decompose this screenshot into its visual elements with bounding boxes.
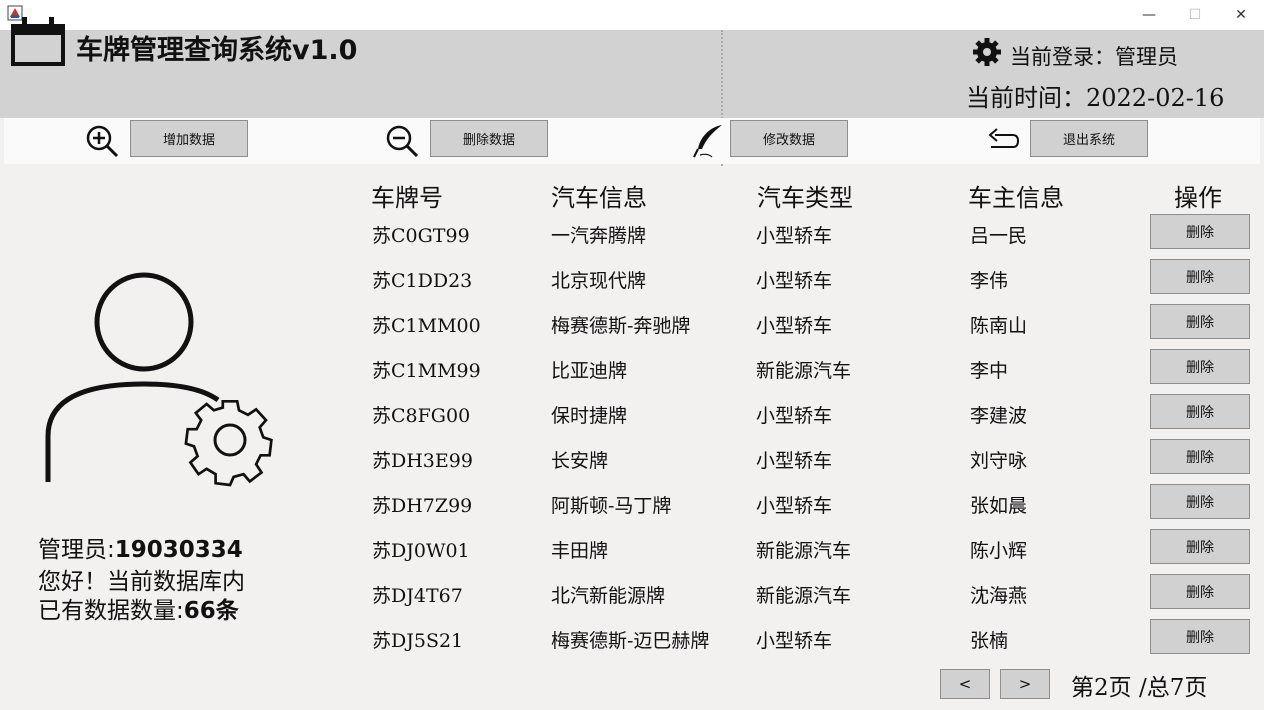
delete-row-button[interactable]: 删除: [1150, 574, 1250, 609]
car-type-cell: 小型轿车: [756, 270, 833, 292]
user-settings-icon: [45, 272, 273, 487]
count-prefix: 已有数据数量:: [38, 598, 184, 624]
current-time-label: 当前时间：2022-02-16: [966, 78, 1224, 113]
header-owner: 车主信息: [968, 184, 1064, 212]
plate-cell: 苏C0GT99: [372, 225, 470, 247]
minimize-button[interactable]: —: [1126, 0, 1172, 30]
owner-cell: 陈南山: [970, 315, 1028, 337]
header-action: 操作: [1174, 184, 1222, 212]
delete-row-button[interactable]: 删除: [1150, 259, 1250, 294]
car-info-cell: 北汽新能源牌: [551, 585, 666, 607]
feather-pen-icon: [693, 125, 722, 158]
prev-page-button[interactable]: <: [940, 669, 990, 699]
plate-cell: 苏DH3E99: [372, 450, 473, 472]
delete-data-button[interactable]: 删除数据: [430, 120, 548, 157]
back-arrow-icon: [988, 128, 1020, 148]
car-info-cell: 比亚迪牌: [551, 360, 628, 382]
car-info-cell: 一汽奔腾牌: [551, 225, 647, 247]
current-date: 2022-02-16: [1086, 84, 1225, 112]
admin-id: 19030334: [114, 537, 243, 563]
car-info-cell: 梅赛德斯-奔驰牌: [551, 315, 691, 337]
car-type-cell: 小型轿车: [756, 405, 833, 427]
car-type-cell: 小型轿车: [756, 225, 833, 247]
delete-row-button[interactable]: 删除: [1150, 529, 1250, 564]
next-page-button[interactable]: >: [1000, 669, 1050, 699]
admin-id-line: 管理员:19030334: [38, 530, 243, 564]
calendar-icon: [11, 17, 65, 66]
car-type-cell: 小型轿车: [756, 495, 833, 517]
zoom-out-icon: [386, 125, 419, 158]
car-info-cell: 阿斯顿-马丁牌: [551, 495, 672, 517]
car-info-cell: 丰田牌: [551, 540, 609, 562]
delete-row-button[interactable]: 删除: [1150, 349, 1250, 384]
zoom-in-icon: [86, 125, 119, 158]
record-count-line: 已有数据数量:66条: [38, 591, 239, 625]
car-info-cell: 长安牌: [551, 450, 609, 472]
delete-row-button[interactable]: 删除: [1150, 214, 1250, 249]
header-car-info: 汽车信息: [551, 184, 647, 212]
close-button[interactable]: ✕: [1218, 0, 1264, 30]
car-type-cell: 小型轿车: [756, 315, 833, 337]
time-prefix: 当前时间：: [966, 84, 1086, 112]
plate-cell: 苏DJ0W01: [372, 540, 470, 562]
modify-data-button[interactable]: 修改数据: [730, 120, 848, 157]
owner-cell: 张楠: [970, 630, 1009, 652]
header-car-type: 汽车类型: [757, 184, 853, 212]
owner-cell: 沈海燕: [970, 585, 1028, 607]
exit-system-button[interactable]: 退出系统: [1030, 120, 1148, 157]
car-info-cell: 梅赛德斯-迈巴赫牌: [551, 630, 710, 652]
owner-cell: 李中: [970, 360, 1009, 382]
owner-cell: 吕一民: [970, 225, 1028, 247]
window-titlebar: — ☐ ✕: [0, 0, 1264, 30]
plate-cell: 苏C1MM99: [372, 360, 481, 382]
plate-cell: 苏DH7Z99: [372, 495, 473, 517]
delete-row-button[interactable]: 删除: [1150, 394, 1250, 429]
plate-cell: 苏C1DD23: [372, 270, 473, 292]
header-plate: 车牌号: [371, 184, 443, 212]
owner-cell: 陈小辉: [970, 540, 1028, 562]
count-value: 66条: [183, 598, 239, 624]
owner-cell: 李伟: [970, 270, 1009, 292]
owner-cell: 张如晨: [970, 495, 1028, 517]
car-info-cell: 保时捷牌: [551, 405, 628, 427]
admin-prefix: 管理员:: [38, 537, 115, 563]
gear-icon: [973, 38, 1001, 66]
car-type-cell: 小型轿车: [756, 630, 833, 652]
car-info-cell: 北京现代牌: [551, 270, 647, 292]
owner-cell: 李建波: [970, 405, 1028, 427]
add-data-button[interactable]: 增加数据: [130, 120, 248, 157]
plate-cell: 苏C8FG00: [372, 405, 471, 427]
plate-cell: 苏C1MM00: [372, 315, 481, 337]
delete-row-button[interactable]: 删除: [1150, 304, 1250, 339]
delete-row-button[interactable]: 删除: [1150, 439, 1250, 474]
maximize-button[interactable]: ☐: [1172, 0, 1218, 30]
current-login-label: 当前登录：管理员: [1010, 45, 1178, 69]
car-type-cell: 新能源汽车: [756, 540, 852, 562]
car-type-cell: 新能源汽车: [756, 585, 852, 607]
car-type-cell: 小型轿车: [756, 450, 833, 472]
plate-cell: 苏DJ5S21: [372, 630, 464, 652]
car-type-cell: 新能源汽车: [756, 360, 852, 382]
owner-cell: 刘守咏: [970, 450, 1028, 472]
app-title: 车牌管理查询系统v1.0: [76, 35, 358, 66]
delete-row-button[interactable]: 删除: [1150, 619, 1250, 654]
page-indicator: 第2页 /总7页: [1071, 675, 1208, 701]
delete-row-button[interactable]: 删除: [1150, 484, 1250, 519]
plate-cell: 苏DJ4T67: [372, 585, 463, 607]
